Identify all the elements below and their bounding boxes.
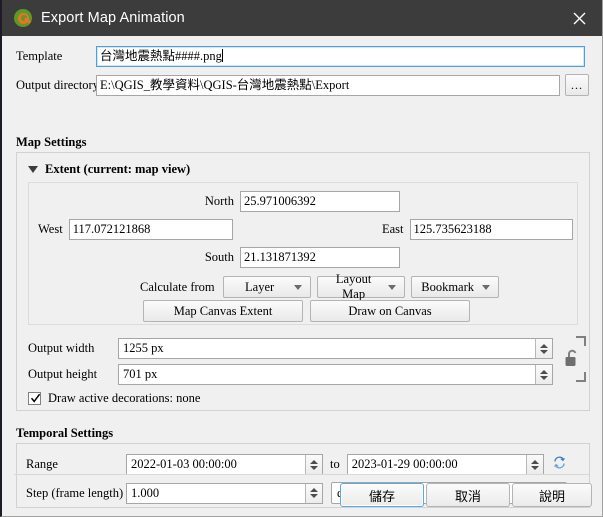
extent-north-row: North 25.971006392 — [182, 191, 400, 212]
export-map-animation-dialog: Export Map Animation Template 台灣地震熱點####… — [0, 0, 603, 517]
range-start-datetime[interactable]: 2022-01-03 00:00:00 — [126, 454, 323, 475]
range-label: Range — [26, 457, 58, 471]
lock-aspect-ratio-toggle[interactable] — [560, 336, 586, 382]
separator — [14, 474, 590, 475]
chevron-down-icon — [481, 284, 490, 290]
calculate-from-layout-map-combo[interactable]: Layout Map — [316, 272, 405, 301]
range-start-value: 2022-01-03 00:00:00 — [131, 457, 237, 471]
output-height-label: Output height — [28, 367, 98, 381]
template-input[interactable]: 台灣地震熱點####.png — [96, 46, 585, 67]
range-start-stepper[interactable] — [305, 455, 322, 474]
west-label: West — [38, 222, 63, 236]
dialog-button-bar: 儲存 取消 說明 — [2, 474, 602, 516]
output-directory-label: Output directory — [16, 77, 99, 92]
chevron-down-icon — [387, 284, 396, 290]
range-to-label: to — [330, 457, 340, 471]
draw-decorations-checkbox[interactable] — [28, 392, 41, 405]
calculate-from-label: Calculate from — [140, 279, 215, 294]
output-directory-input[interactable]: E:\QGIS_教學資料\QGIS-台灣地震熱點\Export — [96, 74, 560, 96]
calculate-from-layer-combo[interactable]: Layer — [222, 276, 311, 298]
template-row: Template 台灣地震熱點####.png — [16, 46, 591, 67]
map-settings-group-title: Map Settings — [16, 135, 87, 149]
range-row: Range 2022-01-03 00:00:00 to 2023-01-29 … — [26, 454, 568, 475]
output-width-label: Output width — [28, 341, 95, 355]
output-width-spinbox[interactable]: 1255 px — [118, 338, 553, 359]
extent-collapse-header[interactable]: Extent (current: map view) — [28, 162, 190, 177]
calculate-from-bookmark-combo[interactable]: Bookmark — [410, 276, 499, 298]
chevron-down-icon[interactable] — [28, 166, 38, 173]
window-title: Export Map Animation — [41, 10, 185, 26]
draw-decorations-label: Draw active decorations: none — [48, 391, 201, 405]
extent-header-label: Extent (current: map view) — [45, 162, 191, 176]
output-width-row: Output width 1255 px — [28, 338, 553, 359]
browse-directory-button[interactable]: … — [565, 74, 589, 96]
calculate-from-row: Calculate from Layer Layout Map Bookmark — [140, 272, 499, 301]
map-canvas-extent-button[interactable]: Map Canvas Extent — [143, 300, 303, 322]
qgis-logo-icon — [14, 9, 32, 27]
output-width-value: 1255 px — [123, 341, 164, 355]
template-label: Template — [16, 49, 63, 63]
close-icon[interactable] — [556, 0, 602, 36]
draw-decorations-row[interactable]: Draw active decorations: none — [28, 391, 200, 406]
range-end-stepper[interactable] — [525, 455, 543, 474]
extent-south-row: South 21.131871392 — [182, 247, 400, 268]
range-end-datetime[interactable]: 2023-01-29 00:00:00 — [346, 454, 544, 475]
help-button[interactable]: 說明 — [512, 483, 592, 507]
cancel-button[interactable]: 取消 — [426, 483, 510, 507]
save-button[interactable]: 儲存 — [340, 483, 424, 507]
draw-on-canvas-button[interactable]: Draw on Canvas — [310, 300, 470, 322]
north-label: North — [204, 194, 234, 208]
output-height-value: 701 px — [123, 367, 158, 381]
output-width-stepper[interactable] — [535, 339, 552, 358]
output-height-row: Output height 701 px — [28, 364, 553, 385]
unlocked-padlock-icon — [564, 348, 580, 372]
north-input[interactable]: 25.971006392 — [240, 191, 400, 212]
west-input[interactable]: 117.072121868 — [68, 219, 233, 240]
extent-west-row: West 117.072121868 — [38, 219, 233, 240]
refresh-icon[interactable] — [551, 454, 568, 475]
title-bar: Export Map Animation — [2, 0, 602, 36]
output-height-stepper[interactable] — [535, 365, 552, 384]
temporal-settings-group-title: Temporal Settings — [16, 426, 114, 440]
south-input[interactable]: 21.131871392 — [240, 247, 400, 268]
south-label: South — [204, 250, 234, 264]
chevron-down-icon — [293, 284, 302, 290]
east-label: East — [382, 222, 404, 236]
output-directory-row: Output directory E:\QGIS_教學資料\QGIS-台灣地震熱… — [16, 74, 591, 96]
extent-east-row: East 125.735623188 — [382, 219, 573, 240]
output-height-spinbox[interactable]: 701 px — [118, 364, 553, 385]
range-end-value: 2023-01-29 00:00:00 — [351, 457, 458, 471]
east-input[interactable]: 125.735623188 — [409, 219, 573, 240]
